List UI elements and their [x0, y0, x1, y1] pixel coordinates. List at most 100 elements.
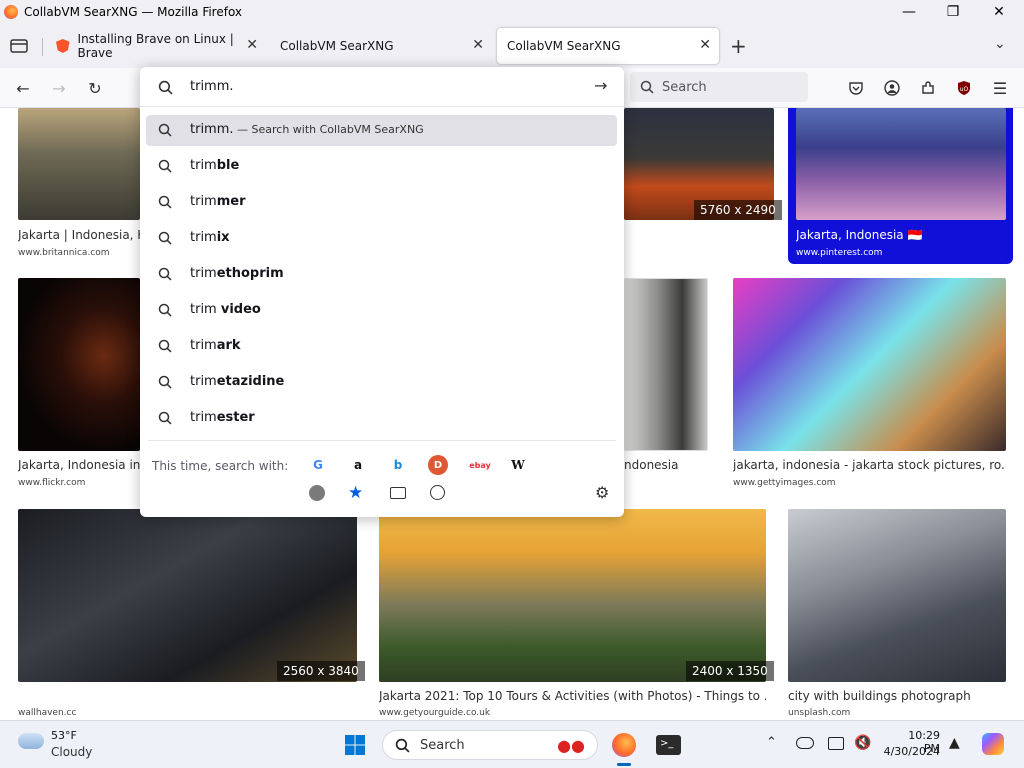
- windows-start-icon[interactable]: [344, 734, 366, 756]
- go-arrow-icon[interactable]: →: [594, 76, 607, 95]
- suggestion-prefix: trim: [190, 230, 217, 245]
- maximize-button[interactable]: ❐: [930, 2, 976, 22]
- weather-description: Cloudy: [51, 745, 93, 759]
- tab-label: CollabVM SearXNG: [280, 39, 394, 53]
- suggestion-row[interactable]: trim video: [146, 295, 617, 326]
- search-icon: [158, 195, 172, 209]
- suggestion-row[interactable]: trimester: [146, 403, 617, 434]
- tab-collabvm-searxng-2[interactable]: CollabVM SearXNG ✕: [497, 28, 719, 64]
- svg-text:uO: uO: [960, 86, 969, 93]
- result-source: wallhaven.cc: [18, 708, 77, 718]
- bing-engine-icon[interactable]: b: [388, 455, 408, 475]
- suggestion-row[interactable]: trimm. — Search with CollabVM SearXNG: [146, 115, 617, 146]
- cloud-weather-icon[interactable]: [18, 733, 44, 749]
- image-dimensions-badge: 2560 x 3840: [277, 661, 365, 681]
- forward-arrow-icon[interactable]: →: [46, 76, 72, 100]
- menu-icon[interactable]: ☰: [987, 76, 1013, 100]
- result-image[interactable]: [18, 278, 140, 451]
- search-icon: [158, 339, 172, 353]
- window-title: CollabVM SearXNG — Mozilla Firefox: [24, 5, 243, 19]
- suggestion-row[interactable]: trimble: [146, 151, 617, 182]
- result-title[interactable]: ndonesia: [624, 458, 708, 472]
- history-clock-icon[interactable]: [430, 485, 445, 500]
- show-hidden-icons-chevron-icon[interactable]: ⌃: [766, 735, 777, 750]
- tab-label: CollabVM SearXNG: [507, 39, 621, 53]
- account-icon[interactable]: [879, 76, 905, 100]
- result-image[interactable]: [18, 509, 357, 682]
- duckduckgo-engine-icon[interactable]: D: [428, 455, 448, 475]
- pocket-icon[interactable]: [843, 76, 869, 100]
- extensions-icon[interactable]: [915, 76, 941, 100]
- suggestion-completion: ble: [216, 158, 240, 173]
- result-title[interactable]: jakarta, indonesia - jakarta stock pictu…: [733, 458, 1006, 472]
- tab-collabvm-searxng-1[interactable]: CollabVM SearXNG ✕: [270, 28, 492, 64]
- tab-installing-brave[interactable]: Installing Brave on Linux | Brave ✕: [46, 28, 266, 64]
- one-off-search-label: This time, search with:: [152, 459, 289, 473]
- wikipedia-engine-icon[interactable]: W: [508, 455, 528, 475]
- ebay-engine-icon[interactable]: ebay: [468, 455, 492, 475]
- tab-separator: [42, 38, 43, 56]
- result-image[interactable]: [624, 278, 708, 451]
- urlbar[interactable]: trimm. →: [140, 67, 624, 107]
- result-source: www.gettyimages.com: [733, 478, 836, 488]
- search-settings-gear-icon[interactable]: ⚙: [595, 483, 609, 502]
- tab-label: Installing Brave on Linux | Brave: [77, 32, 234, 60]
- suggestion-completion: ethoprim: [216, 266, 284, 281]
- tabs-icon[interactable]: [390, 487, 406, 499]
- suggestion-completion: ark: [216, 338, 241, 353]
- result-title[interactable]: city with buildings photograph: [788, 689, 1006, 703]
- result-image[interactable]: [379, 509, 766, 682]
- suggestion-prefix: trim: [190, 410, 217, 425]
- search-icon: [640, 80, 654, 94]
- firefox-logo-icon: [4, 5, 18, 19]
- new-tab-icon[interactable]: +: [730, 34, 747, 58]
- amazon-engine-icon[interactable]: a: [348, 455, 368, 475]
- close-window-button[interactable]: ✕: [976, 2, 1022, 22]
- toolbar-search-box[interactable]: Search: [630, 72, 808, 102]
- close-tab-icon[interactable]: ✕: [472, 37, 484, 53]
- result-title[interactable]: Jakarta, Indonesia 🇮🇩: [796, 228, 1006, 242]
- suggestion-row[interactable]: trimix: [146, 223, 617, 254]
- result-image[interactable]: [796, 108, 1006, 220]
- result-title[interactable]: Jakarta | Indonesia, H: [18, 228, 140, 242]
- close-tab-icon[interactable]: ✕: [699, 37, 711, 53]
- search-icon: [158, 375, 172, 389]
- list-all-tabs-icon[interactable]: ⌄: [994, 36, 1006, 52]
- minimize-button[interactable]: —: [886, 2, 932, 22]
- result-title[interactable]: Jakarta, Indonesia in: [18, 458, 140, 472]
- suggestion-row[interactable]: trimethoprim: [146, 259, 617, 290]
- windows-taskbar: 53°F Cloudy Search ●● >_ ⌃ 🔇 10:29 PM 4/…: [0, 720, 1024, 768]
- suggestion-row[interactable]: trimmer: [146, 187, 617, 218]
- urlbar-input[interactable]: trimm.: [190, 79, 234, 94]
- taskbar-search-box[interactable]: Search ●●: [382, 730, 598, 760]
- copilot-icon[interactable]: [982, 733, 1004, 755]
- result-title[interactable]: Jakarta 2021: Top 10 Tours & Activities …: [379, 689, 766, 703]
- image-dimensions-badge: 5760 x 2490: [694, 200, 782, 220]
- clock-date[interactable]: 4/30/2024: [880, 745, 940, 758]
- result-image[interactable]: [733, 278, 1006, 451]
- back-arrow-icon[interactable]: ←: [10, 76, 36, 100]
- search-icon: [395, 738, 410, 753]
- suggestion-row[interactable]: trimark: [146, 331, 617, 362]
- notification-bell-icon[interactable]: ▲: [949, 735, 960, 751]
- firefox-view-icon[interactable]: [8, 36, 30, 56]
- bookmarks-star-icon[interactable]: ★: [348, 483, 363, 503]
- result-source: unsplash.com: [788, 708, 851, 718]
- searxng-engine-icon[interactable]: [309, 485, 325, 501]
- result-source: www.getyourguide.co.uk: [379, 708, 491, 718]
- onedrive-cloud-icon[interactable]: [796, 737, 814, 749]
- terminal-icon[interactable]: >_: [656, 735, 681, 755]
- search-icon: [158, 411, 172, 425]
- ublock-origin-icon[interactable]: uO: [951, 76, 977, 100]
- reload-icon[interactable]: ↻: [82, 76, 108, 100]
- volume-muted-icon[interactable]: 🔇: [854, 735, 871, 751]
- title-bar: CollabVM SearXNG — Mozilla Firefox — ❐ ✕: [0, 0, 1024, 24]
- result-image[interactable]: [18, 108, 140, 220]
- close-tab-icon[interactable]: ✕: [246, 37, 258, 53]
- display-icon[interactable]: [828, 737, 844, 750]
- result-image[interactable]: [788, 509, 1006, 682]
- google-engine-icon[interactable]: G: [308, 455, 328, 475]
- suggestion-completion: ester: [216, 410, 255, 425]
- firefox-taskbar-icon[interactable]: [612, 733, 636, 757]
- suggestion-row[interactable]: trimetazidine: [146, 367, 617, 398]
